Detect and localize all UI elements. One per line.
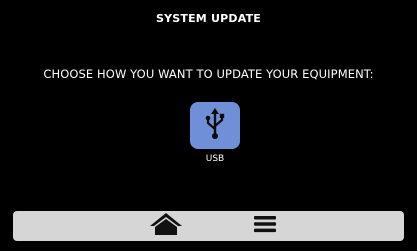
menu-button[interactable] [245, 211, 285, 241]
home-icon [149, 212, 183, 240]
bottom-nav-bar [13, 211, 404, 241]
usb-label: USB [205, 154, 225, 164]
usb-icon [201, 107, 229, 145]
page-title: SYSTEM UPDATE [155, 12, 261, 25]
usb-update-option[interactable]: USB [190, 102, 240, 172]
home-button[interactable] [146, 211, 186, 241]
usb-tile[interactable] [190, 102, 240, 149]
update-method-prompt: CHOOSE HOW YOU WANT TO UPDATE YOUR EQUIP… [43, 67, 374, 81]
menu-icon [253, 214, 277, 238]
